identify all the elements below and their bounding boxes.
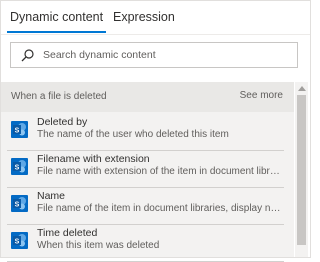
dynamic-content-list: S Deleted by The name of the user who de… bbox=[1, 114, 294, 262]
list-item-deleted-by[interactable]: S Deleted by The name of the user who de… bbox=[7, 114, 284, 151]
tab-expression[interactable]: Expression bbox=[113, 10, 175, 24]
scrollbar[interactable] bbox=[295, 82, 308, 257]
tab-bar: Dynamic content Expression bbox=[1, 1, 310, 35]
search-icon bbox=[21, 49, 34, 62]
tab-dynamic-content[interactable]: Dynamic content bbox=[6, 10, 107, 33]
item-description: File name with extension of the item in … bbox=[37, 166, 282, 177]
sharepoint-icon: S bbox=[11, 232, 28, 249]
list-item-filename-with-extension[interactable]: S Filename with extension File name with… bbox=[7, 151, 284, 188]
scrollbar-thumb[interactable] bbox=[297, 95, 306, 245]
see-more-link[interactable]: See more bbox=[240, 90, 283, 101]
svg-text:S: S bbox=[15, 239, 20, 246]
item-description: File name of the item in document librar… bbox=[37, 203, 282, 214]
dynamic-content-section: When a file is deleted See more S Delete… bbox=[1, 82, 294, 262]
list-item-time-deleted[interactable]: S Time deleted When this item was delete… bbox=[7, 225, 284, 262]
list-item-name[interactable]: S Name File name of the item in document… bbox=[7, 188, 284, 225]
item-title: Time deleted bbox=[37, 227, 98, 239]
item-description: The name of the user who deleted this it… bbox=[37, 129, 229, 140]
sharepoint-icon: S bbox=[11, 121, 28, 138]
search-input[interactable] bbox=[43, 47, 293, 63]
dynamic-content-panel: Dynamic content Expression When a file i… bbox=[0, 0, 311, 262]
svg-text:S: S bbox=[15, 165, 20, 172]
sharepoint-icon: S bbox=[11, 195, 28, 212]
sharepoint-icon: S bbox=[11, 158, 28, 175]
item-description: When this item was deleted bbox=[37, 240, 160, 251]
item-title: Filename with extension bbox=[37, 153, 150, 165]
section-header: When a file is deleted See more bbox=[1, 82, 294, 112]
search-box bbox=[10, 42, 298, 68]
svg-text:S: S bbox=[15, 202, 20, 209]
item-title: Name bbox=[37, 190, 66, 202]
scroll-up-arrow-icon[interactable] bbox=[298, 86, 306, 91]
item-title: Deleted by bbox=[37, 116, 88, 128]
svg-text:S: S bbox=[15, 128, 20, 135]
section-title: When a file is deleted bbox=[11, 91, 107, 102]
